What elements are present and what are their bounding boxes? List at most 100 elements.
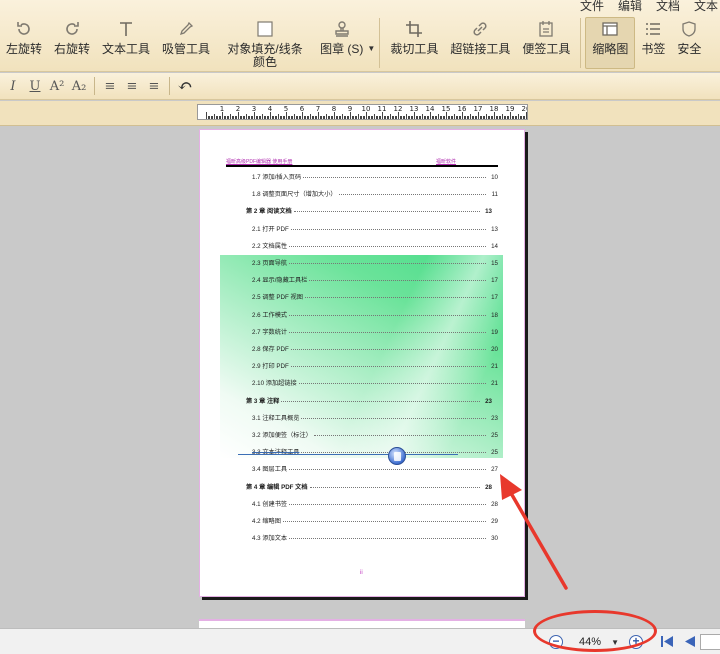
toc-section-row[interactable]: 2.2 文档属性 14 xyxy=(252,241,498,250)
document-page[interactable]: 福昕高级PDF编辑器 使用手册 福昕软件 1.7 添加/插入页码 10 1.8 调整… xyxy=(199,129,525,597)
green-highlight-overlay[interactable] xyxy=(220,255,503,458)
toc-leader-dots xyxy=(289,538,486,540)
underline-icon[interactable]: U xyxy=(24,75,46,97)
previous-page-icon[interactable] xyxy=(683,635,697,648)
menu-file[interactable]: 文件 xyxy=(578,0,606,14)
italic-icon[interactable]: I xyxy=(2,75,24,97)
first-page-icon[interactable] xyxy=(660,635,674,648)
ruler-number: 19 xyxy=(505,105,515,113)
stamp-dropdown-caret-icon[interactable]: ▼ xyxy=(367,44,375,53)
zoom-control: − 44% ▼ + xyxy=(549,633,643,651)
toc-page-number: 21 xyxy=(491,363,498,371)
horizontal-ruler[interactable]: 1234567891011121314151617181920 xyxy=(197,104,528,120)
toc-section-row[interactable]: 2.7 字数统计 19 xyxy=(252,327,498,336)
toc-chapter-row[interactable]: 第 2 章 阅读文档 13 xyxy=(246,206,492,215)
toc-section-row[interactable]: 2.9 打印 PDF 21 xyxy=(252,361,498,370)
thumbnail-icon xyxy=(599,18,621,40)
comment-badge-icon[interactable] xyxy=(388,447,406,465)
toc-section-row[interactable]: 4.1 创建书签 28 xyxy=(252,499,498,508)
bookmark-button[interactable]: 书签 xyxy=(635,18,671,56)
toc-section-row[interactable]: 2.6 工作模式 18 xyxy=(252,310,498,319)
toc-leader-dots xyxy=(303,177,486,178)
toc-page-number: 10 xyxy=(491,174,498,181)
menu-text[interactable]: 文本 xyxy=(692,0,720,14)
strikeout-annotation-line[interactable] xyxy=(238,454,458,455)
menu-document[interactable]: 文档 xyxy=(654,0,682,14)
ruler-number: 14 xyxy=(425,105,435,113)
rotate-right-icon xyxy=(61,18,83,40)
thumbnail-button[interactable]: 缩略图 xyxy=(585,17,636,69)
link-tool-button[interactable]: 超链接工具 xyxy=(444,18,516,56)
toc-title: 2.9 打印 PDF xyxy=(252,363,289,371)
align-center-icon[interactable]: ≡ xyxy=(121,75,143,97)
toc-page-number: 17 xyxy=(491,294,498,302)
toc-section-row[interactable]: 3.1 注释工具概览 23 xyxy=(252,413,498,422)
toc-section-row[interactable]: 1.8 调整页面尺寸（增加大小） 11 xyxy=(252,189,498,198)
toc-leader-dots xyxy=(290,366,486,368)
toc-title: 3.2 添加便签（标注） xyxy=(252,432,312,439)
align-right-icon[interactable]: ≡ xyxy=(143,75,165,97)
fill-color-button[interactable]: 对象填充/线条颜色 xyxy=(216,18,314,69)
text-tool-icon xyxy=(115,18,137,40)
toc-section-row[interactable]: 3.4 图层工具 27 xyxy=(252,464,498,473)
menu-edit[interactable]: 编辑 xyxy=(616,0,644,14)
toc-section-row[interactable]: 3.2 添加便签（标注） 25 xyxy=(252,430,498,439)
ruler-number: 20 xyxy=(521,105,527,113)
ruler-tick xyxy=(526,112,527,119)
ruler-number: 12 xyxy=(393,105,403,113)
stamp-button[interactable]: 图章 (S) xyxy=(314,18,369,56)
toc-page-number: 25 xyxy=(491,449,498,457)
zoom-in-button[interactable]: + xyxy=(629,635,643,649)
toc-page-number: 28 xyxy=(485,483,492,491)
zoom-out-button[interactable]: − xyxy=(549,635,563,649)
rotate-left-button[interactable]: 左旋转 xyxy=(0,18,48,56)
tool-label: 右旋转 xyxy=(54,42,91,56)
toc-section-row[interactable]: 1.7 添加/插入页码 10 xyxy=(252,172,498,181)
ruler-number: 6 xyxy=(299,105,305,113)
toc-title: 3.1 注释工具概览 xyxy=(252,414,300,422)
toc-section-row[interactable]: 2.10 添加超链接 21 xyxy=(252,378,498,387)
toc-section-row[interactable]: 2.4 显示/隐藏工具栏 17 xyxy=(252,275,498,284)
tool-label: 文本工具 xyxy=(102,42,151,56)
page-number-input[interactable] xyxy=(700,634,720,650)
toc-title: 4.3 添加文本 xyxy=(252,535,288,543)
toc-chapter-row[interactable]: 第 3 章 注释 23 xyxy=(246,396,492,405)
toc-chapter-row[interactable]: 第 4 章 编辑 PDF 文档 28 xyxy=(246,482,492,491)
toc-leader-dots xyxy=(309,280,486,282)
toc-page-number: 14 xyxy=(491,242,498,250)
toc-section-row[interactable]: 2.3 页面导航 15 xyxy=(252,258,498,267)
eyedropper-button[interactable]: 吸管工具 xyxy=(156,18,216,56)
toc-leader-dots xyxy=(289,503,486,505)
toc-section-row[interactable]: 4.2 缩略图 29 xyxy=(252,516,498,525)
security-button[interactable]: 安全 xyxy=(671,18,707,56)
rotate-right-button[interactable]: 右旋转 xyxy=(48,18,96,56)
toc-page-number: 27 xyxy=(491,466,498,474)
ruler-number: 8 xyxy=(331,105,337,113)
crop-icon xyxy=(403,18,425,40)
toc-leader-dots xyxy=(289,263,486,264)
link-icon xyxy=(469,18,491,40)
toc-section-row[interactable]: 4.3 添加文本 30 xyxy=(252,533,498,542)
page-footer-mark: ii xyxy=(360,570,363,576)
toc-section-row[interactable]: 2.8 保存 PDF 20 xyxy=(252,344,498,353)
rotate-left-icon xyxy=(13,18,35,40)
superscript-icon[interactable]: A² xyxy=(46,75,68,97)
toc-section-row[interactable]: 2.5 调整 PDF 视图 17 xyxy=(252,292,498,301)
zoom-level-dropdown[interactable]: 44% ▼ xyxy=(569,634,623,650)
toc-title: 2.10 添加超链接 xyxy=(252,380,297,388)
toc-page-number: 17 xyxy=(491,277,498,285)
ruler-number: 11 xyxy=(377,105,387,113)
format-divider xyxy=(169,77,170,95)
text-tool-button[interactable]: 文本工具 xyxy=(96,18,156,56)
undo-icon[interactable]: ↶ xyxy=(174,75,196,97)
toc-title: 4.2 缩略图 xyxy=(252,518,281,525)
document-canvas[interactable]: 福昕高级PDF编辑器 使用手册 福昕软件 1.7 添加/插入页码 10 1.8 调整… xyxy=(0,126,720,628)
toc-leader-dots xyxy=(289,314,486,316)
align-left-icon[interactable]: ≡ xyxy=(99,75,121,97)
ruler-number: 1 xyxy=(219,105,225,113)
crop-button[interactable]: 裁切工具 xyxy=(384,18,444,56)
toc-title: 第 2 章 阅读文档 xyxy=(246,208,292,216)
toc-section-row[interactable]: 2.1 打开 PDF 13 xyxy=(252,224,498,233)
note-tool-button[interactable]: 便签工具 xyxy=(516,18,576,56)
subscript-icon[interactable]: A₂ xyxy=(68,75,90,97)
